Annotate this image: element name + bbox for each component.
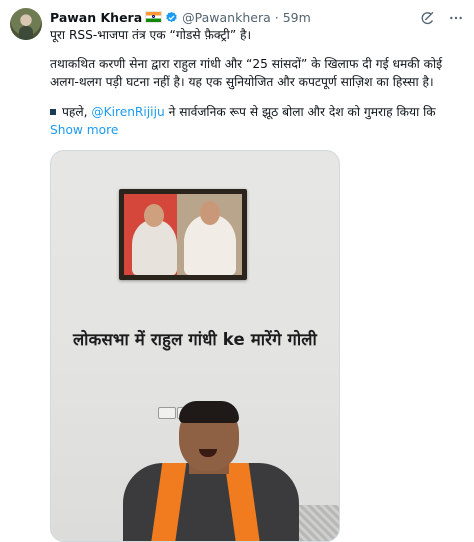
tweet-time[interactable]: 59m <box>283 10 311 25</box>
avatar[interactable] <box>10 8 42 40</box>
tweet-text-line-2: तथाकथित करणी सेना द्वारा राहुल गांधी और … <box>50 57 443 71</box>
verified-badge-icon <box>166 11 177 23</box>
show-more-link[interactable]: Show more <box>50 122 460 139</box>
tweet-text-line-3: अलग-थलग पड़ी घटना नहीं है। यह एक सुनियोज… <box>50 75 434 89</box>
tweet-text-line-1: पूरा RSS-भाजपा तंत्र एक “गोडसे फ़ैक्ट्री… <box>50 28 252 42</box>
author-handle[interactable]: @Pawankhera <box>182 10 271 25</box>
bullet-text: ने सार्वजनिक रूप से झूठ बोला और देश को ग… <box>168 105 436 119</box>
tweet-header: Pawan Khera @Pawankhera · 59m <box>50 8 460 28</box>
bullet-icon <box>50 109 56 115</box>
india-flag-icon <box>145 11 163 23</box>
bullet-prefix: पहले, <box>62 105 88 119</box>
wall-photo-frame <box>119 189 247 280</box>
mention-link[interactable]: @KirenRijiju <box>91 105 164 119</box>
more-icon[interactable] <box>448 10 464 26</box>
speaker-person <box>111 401 311 541</box>
tweet-card[interactable]: Pawan Khera @Pawankhera · 59m पूरा RSS-भ… <box>0 0 474 542</box>
grok-icon[interactable] <box>420 10 436 26</box>
tweet-text-bullet: पहले, @KirenRijiju ने सार्वजनिक रूप से झ… <box>50 104 460 121</box>
video-media[interactable]: लोकसभा में राहुल गांधी ke मारेंगे गोली <box>50 150 340 542</box>
separator-dot: · <box>274 10 279 25</box>
video-caption: लोकसभा में राहुल गांधी ke मारेंगे गोली <box>73 330 317 349</box>
author-name[interactable]: Pawan Khera <box>50 10 142 25</box>
header-actions <box>420 10 464 26</box>
